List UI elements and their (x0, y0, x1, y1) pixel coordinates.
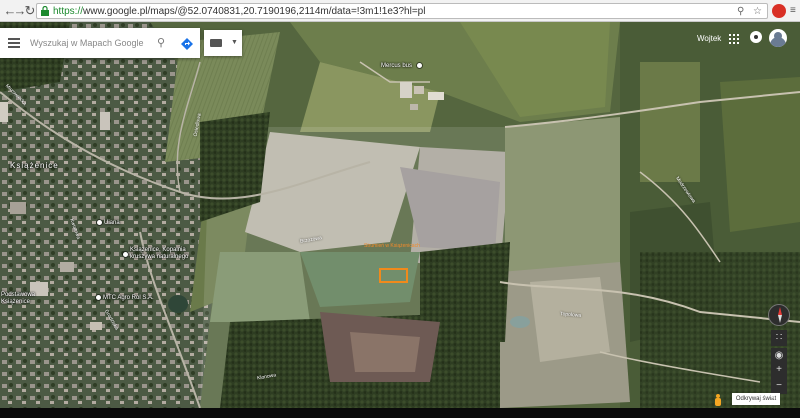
place-pin[interactable] (96, 295, 101, 300)
place-label-mercus[interactable]: Mercus bus (381, 63, 412, 70)
town-label[interactable]: Książenice (10, 161, 59, 170)
zoom-icon[interactable]: ⚲ (737, 5, 744, 18)
input-tools-button[interactable]: ▼ (204, 30, 242, 56)
notifications-icon[interactable] (750, 31, 762, 43)
apps-grid-icon[interactable] (729, 34, 739, 44)
place-label-kopalnia[interactable]: Książenice, Kopalnia kruszywa naturalneg… (130, 247, 210, 261)
expand-icon[interactable]: › (772, 394, 778, 404)
zoom-in-button[interactable]: + (771, 362, 787, 378)
layers-grid-icon[interactable]: ∷ (771, 330, 787, 346)
chevron-down-icon: ▼ (231, 39, 238, 46)
place-pin[interactable] (417, 63, 422, 68)
bottom-bar (0, 408, 800, 418)
place-pin[interactable] (123, 252, 128, 257)
compass-icon[interactable] (768, 304, 790, 326)
directions-icon[interactable] (178, 35, 196, 51)
user-name[interactable]: Wojtek (697, 34, 721, 43)
browser-toolbar: ← → ↻ https://www.google.pl/maps/@52.074… (0, 0, 800, 22)
url-text: https://www.google.pl/maps/@52.0740831,2… (53, 6, 426, 17)
satellite-map[interactable]: Książenice Mercus bus Uiana Książenice, … (0, 22, 800, 408)
avatar[interactable] (769, 29, 787, 47)
menu-icon[interactable]: ≡ (790, 4, 796, 18)
lock-icon (41, 6, 49, 16)
address-bar[interactable]: https://www.google.pl/maps/@52.0740831,2… (36, 3, 768, 19)
annotation-label: Strumień w Książenicach (364, 243, 420, 249)
place-label-school[interactable]: Podstawowa Książenice (1, 292, 41, 306)
satellite-imagery (0, 22, 800, 408)
search-box: ⚲ (0, 28, 200, 58)
zoom-out-button[interactable]: − (771, 378, 787, 394)
star-icon[interactable]: ☆ (753, 5, 762, 18)
place-label-mtc[interactable]: MTC Agro Rol S.A. (103, 295, 154, 302)
pegman-icon[interactable] (715, 394, 721, 406)
hamburger-menu-icon[interactable] (8, 38, 20, 48)
highlight-marker (379, 268, 408, 283)
place-pin[interactable] (97, 220, 102, 225)
search-icon[interactable]: ⚲ (157, 36, 165, 50)
search-input[interactable] (30, 35, 150, 51)
place-label-uiana[interactable]: Uiana (104, 220, 120, 227)
keyboard-icon (210, 39, 222, 47)
extension-icon[interactable] (772, 4, 786, 18)
